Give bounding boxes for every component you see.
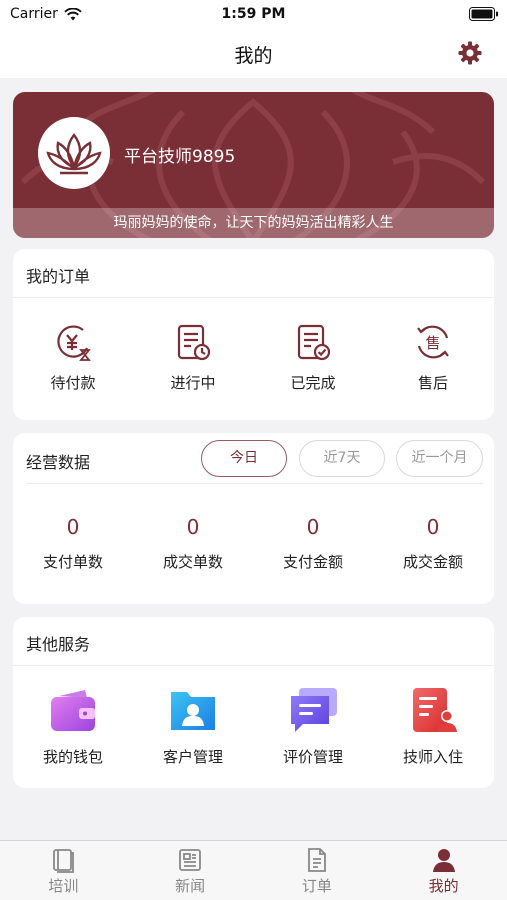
- stat-pay-amount: 0 支付金额: [253, 513, 373, 572]
- orders-title: 我的订单: [26, 267, 91, 286]
- stat-deal-amount: 0 成交金额: [373, 513, 493, 572]
- status-bar: Carrier 1:59 PM: [0, 0, 507, 28]
- business-title: 经营数据: [26, 453, 91, 472]
- services-title: 其他服务: [26, 635, 91, 654]
- after-sales-icon: 售: [417, 325, 449, 359]
- divider: [26, 483, 483, 484]
- news-icon: [179, 849, 202, 871]
- stat-label: 成交单数: [162, 553, 223, 571]
- stat-value: 0: [186, 515, 200, 539]
- services-card: 其他服务 我的钱包 客户管理 评价管理 技师入住: [13, 617, 494, 788]
- gear-icon[interactable]: [457, 40, 483, 66]
- profile-banner: 平台技师9895 玛丽妈妈的使命，让天下的妈妈活出精彩人生: [13, 92, 494, 238]
- in-progress-icon: [177, 324, 211, 361]
- wallet-icon: [51, 690, 95, 731]
- service-label: 客户管理: [162, 748, 223, 766]
- stat-label: 支付金额: [282, 553, 343, 571]
- order-document-icon: [307, 848, 326, 872]
- orders-grid: 待付款 进行中 已完成 售 售后: [13, 322, 494, 393]
- order-item-completed[interactable]: 已完成: [253, 322, 373, 393]
- nav-bar: 我的: [0, 28, 507, 78]
- filter-today-button[interactable]: 今日: [201, 440, 287, 477]
- stats-grid: 0 支付单数 0 成交单数 0 支付金额 0 成交金额: [13, 513, 494, 572]
- stat-value: 0: [66, 515, 80, 539]
- tab-label: 新闻: [175, 877, 206, 895]
- stat-value: 0: [426, 515, 440, 539]
- business-card: 经营数据 今日 近7天 近一个月 0 支付单数 0 成交单数 0 支付金额 0 …: [13, 433, 494, 604]
- stat-label: 支付单数: [42, 553, 103, 571]
- service-customers[interactable]: 客户管理: [133, 684, 253, 767]
- service-wallet[interactable]: 我的钱包: [13, 684, 133, 767]
- pending-payment-icon: [57, 325, 91, 361]
- tab-news[interactable]: 新闻: [127, 841, 254, 900]
- service-label: 我的钱包: [42, 748, 103, 766]
- person-icon: [432, 849, 455, 872]
- tab-label: 我的: [428, 877, 459, 895]
- tab-mine[interactable]: 我的: [380, 841, 507, 900]
- review-chat-icon: [291, 688, 337, 732]
- stat-pay-orders: 0 支付单数: [13, 513, 133, 572]
- filter-7days-button[interactable]: 近7天: [299, 440, 385, 477]
- order-item-label: 售后: [417, 374, 448, 392]
- tab-bar: 培训 新闻 订单 我的: [0, 840, 507, 900]
- orders-card: 我的订单 待付款 进行中 已完成 售 售后: [13, 249, 494, 420]
- technician-register-icon: [413, 688, 457, 732]
- order-item-label: 进行中: [170, 374, 216, 392]
- tab-label: 培训: [48, 877, 79, 895]
- book-icon: [53, 849, 75, 873]
- battery-icon: [469, 7, 498, 21]
- divider: [13, 297, 494, 298]
- stat-label: 成交金额: [402, 553, 463, 571]
- status-time: 1:59 PM: [221, 6, 286, 22]
- services-grid: 我的钱包 客户管理 评价管理 技师入住: [13, 684, 494, 767]
- service-label: 评价管理: [282, 748, 343, 766]
- page-title: 我的: [234, 45, 273, 67]
- customer-folder-icon: [171, 692, 215, 730]
- service-reviews[interactable]: 评价管理: [253, 684, 373, 767]
- completed-icon: [297, 324, 331, 361]
- order-item-after-sales[interactable]: 售 售后: [373, 322, 493, 393]
- tab-label: 订单: [301, 877, 332, 895]
- lotus-logo-icon: [46, 133, 102, 175]
- tab-training[interactable]: 培训: [0, 841, 127, 900]
- order-item-label: 待付款: [50, 374, 96, 392]
- stat-value: 0: [306, 515, 320, 539]
- tab-orders[interactable]: 订单: [254, 841, 381, 900]
- avatar[interactable]: [38, 117, 110, 189]
- service-technician-join[interactable]: 技师入住: [373, 684, 493, 767]
- order-item-pending-payment[interactable]: 待付款: [13, 322, 133, 393]
- svg-text:售: 售: [425, 334, 440, 352]
- filter-month-button[interactable]: 近一个月: [396, 440, 483, 477]
- username: 平台技师9895: [124, 147, 236, 167]
- order-item-label: 已完成: [290, 374, 336, 392]
- stat-deal-orders: 0 成交单数: [133, 513, 253, 572]
- service-label: 技师入住: [402, 748, 463, 766]
- divider: [13, 665, 494, 666]
- order-item-in-progress[interactable]: 进行中: [133, 322, 253, 393]
- slogan: 玛丽妈妈的使命，让天下的妈妈活出精彩人生: [13, 208, 494, 238]
